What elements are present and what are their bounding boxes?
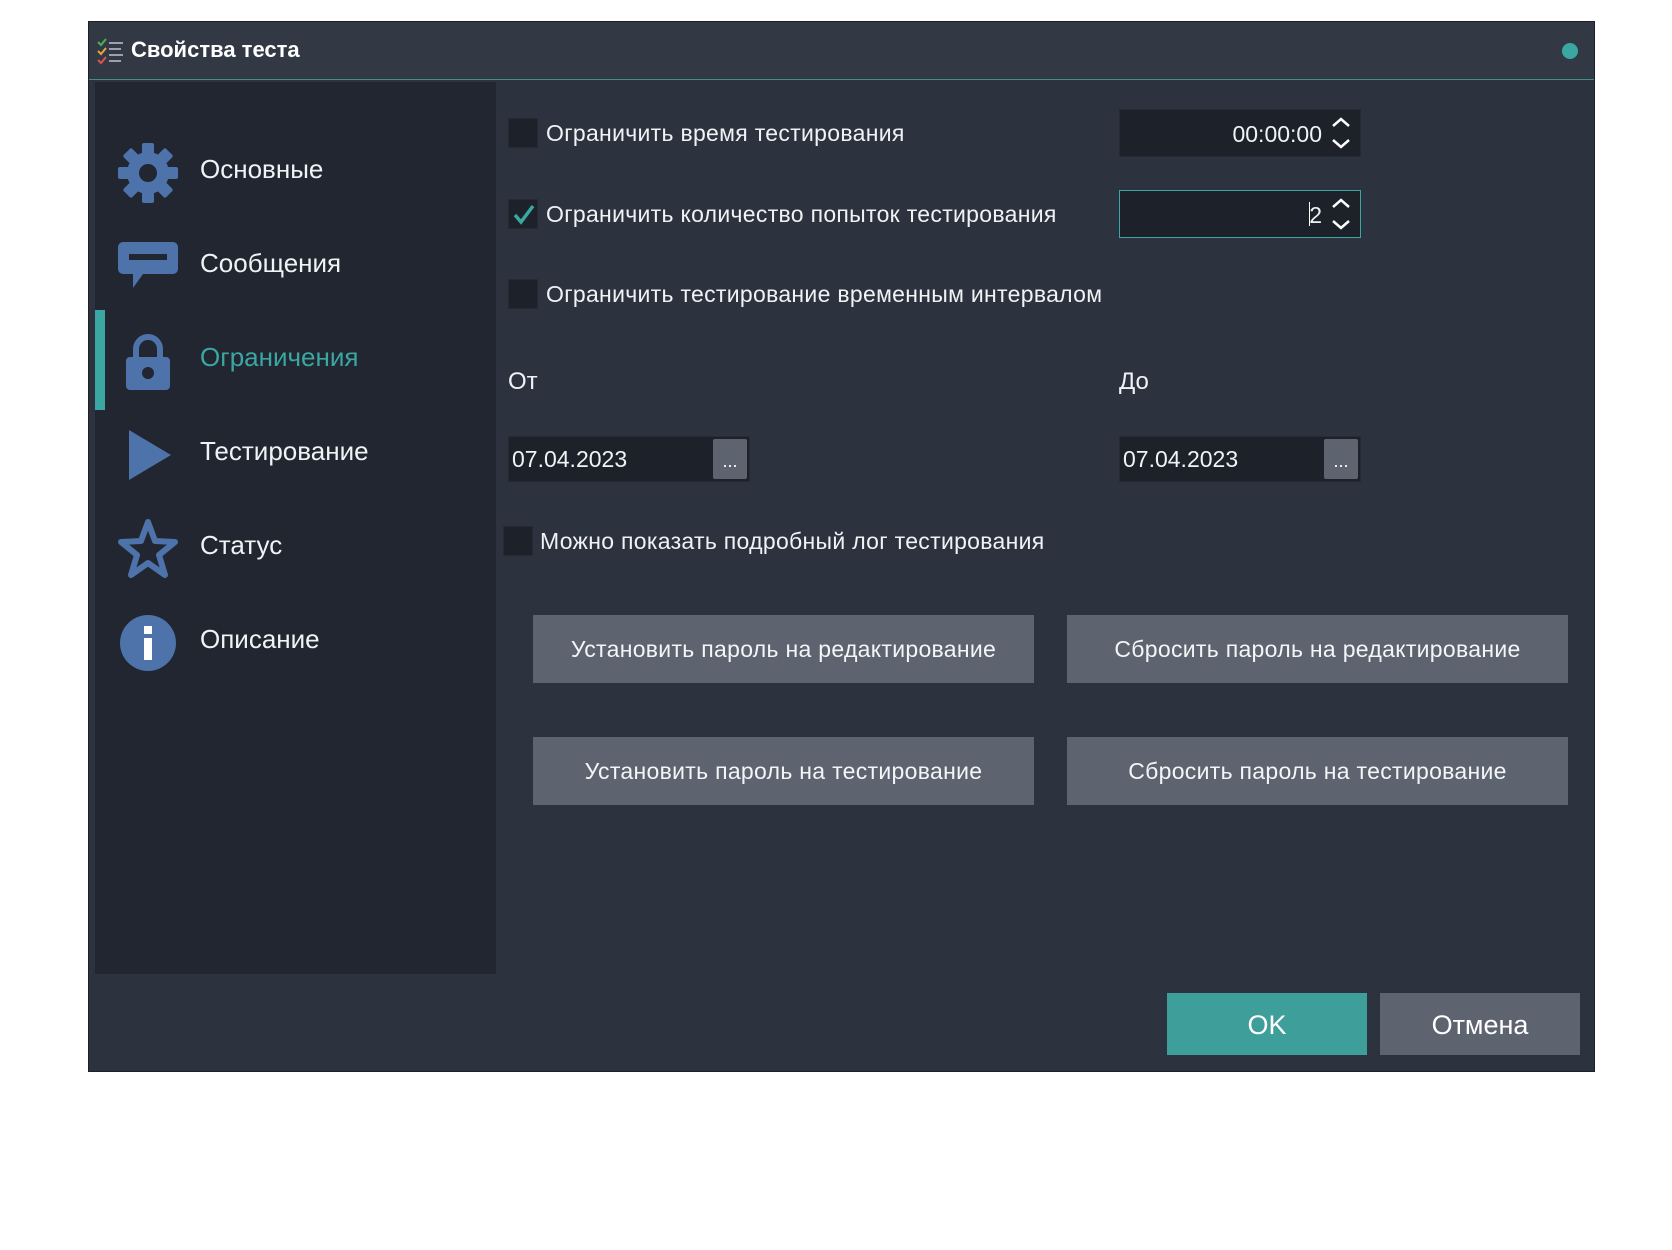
from-date-picker-button[interactable]: ... [713, 439, 747, 479]
window-title: Свойства теста [131, 37, 300, 62]
ok-button[interactable]: OK [1167, 993, 1367, 1055]
sidebar-item-label: Описание [200, 624, 320, 654]
limit-attempts-checkbox[interactable] [508, 199, 538, 229]
active-indicator [95, 310, 105, 410]
reset-test-password-button[interactable]: Сбросить пароль на тестирование [1067, 737, 1568, 805]
limit-time-label: Ограничить время тестирования [546, 120, 905, 146]
sidebar-item-general[interactable]: Основные [95, 122, 496, 222]
limit-interval-label: Ограничить тестирование временным интерв… [546, 281, 1103, 307]
checklist-icon [97, 38, 123, 65]
chevron-down-icon[interactable] [1328, 134, 1354, 154]
limit-time-checkbox[interactable] [508, 118, 538, 148]
to-date-field[interactable]: 07.04.2023 ... [1119, 436, 1361, 482]
from-date-value: 07.04.2023 [512, 446, 628, 472]
title-bar: Свойства теста [89, 22, 1594, 80]
info-icon [120, 615, 176, 671]
show-log-checkbox[interactable] [503, 526, 533, 556]
time-limit-value: 00:00:00 [1232, 121, 1322, 147]
sidebar-item-label: Тестирование [200, 436, 369, 466]
play-icon [129, 430, 171, 480]
from-label: От [508, 368, 538, 395]
sidebar-item-label: Статус [200, 530, 283, 560]
limit-interval-checkbox[interactable] [508, 279, 538, 309]
set-edit-password-button[interactable]: Установить пароль на редактирование [533, 615, 1034, 683]
sidebar-item-label: Ограничения [200, 342, 359, 372]
sidebar-item-label: Сообщения [200, 248, 342, 278]
attempts-spinbox[interactable]: 2 [1119, 190, 1361, 238]
reset-edit-password-button[interactable]: Сбросить пароль на редактирование [1067, 615, 1568, 683]
chevron-down-icon[interactable] [1328, 215, 1354, 235]
sidebar-item-testing[interactable]: Тестирование [95, 404, 496, 504]
test-properties-dialog: Свойства теста Основные Сообщения Ограни… [88, 21, 1595, 1072]
sidebar: Основные Сообщения Ограничения Тестирова… [95, 82, 496, 974]
to-date-value: 07.04.2023 [1123, 446, 1239, 472]
star-icon [118, 519, 178, 578]
sidebar-item-status[interactable]: Статус [95, 498, 496, 598]
sidebar-item-label: Основные [200, 154, 324, 184]
attempts-value: 2 [1309, 202, 1322, 228]
from-date-field[interactable]: 07.04.2023 ... [508, 436, 750, 482]
sidebar-item-messages[interactable]: Сообщения [95, 216, 496, 316]
chevron-up-icon[interactable] [1328, 112, 1354, 132]
to-date-picker-button[interactable]: ... [1324, 439, 1358, 479]
message-icon [118, 242, 178, 288]
sidebar-item-restrictions[interactable]: Ограничения [95, 310, 496, 410]
show-log-label: Можно показать подробный лог тестировани… [540, 528, 1045, 554]
time-limit-spinbox[interactable]: 00:00:00 [1119, 109, 1361, 157]
sidebar-item-description[interactable]: Описание [95, 592, 496, 692]
chevron-up-icon[interactable] [1328, 193, 1354, 213]
set-test-password-button[interactable]: Установить пароль на тестирование [533, 737, 1034, 805]
gear-icon [118, 143, 178, 203]
window-status-dot[interactable] [1562, 43, 1578, 59]
checkmark-icon [513, 204, 535, 225]
cancel-button[interactable]: Отмена [1380, 993, 1580, 1055]
lock-icon [126, 334, 170, 390]
limit-attempts-label: Ограничить количество попыток тестирован… [546, 201, 1057, 227]
to-label: До [1119, 368, 1149, 395]
